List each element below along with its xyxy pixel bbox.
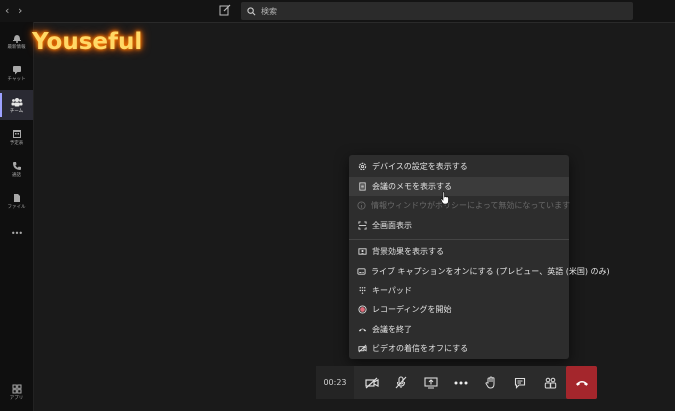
menu-separator <box>349 239 569 240</box>
video-off-icon <box>357 344 367 354</box>
camera-toggle-button[interactable] <box>358 366 386 399</box>
compose-icon[interactable] <box>219 4 231 16</box>
raise-hand-icon <box>485 376 495 389</box>
menu-item-meeting-notes[interactable]: 会議のメモを表示する <box>349 177 569 196</box>
menu-item-label: ビデオの着信をオフにする <box>372 344 469 353</box>
raise-hand-button[interactable] <box>477 366 505 399</box>
end-meeting-icon <box>357 325 367 335</box>
more-icon <box>454 381 468 384</box>
calendar-icon <box>12 129 21 138</box>
menu-item-label: 背景効果を表示する <box>372 247 444 256</box>
menu-item-label: キーパッド <box>372 286 412 295</box>
menu-item-start-recording[interactable]: レコーディングを開始 <box>349 300 569 319</box>
mic-toggle-button[interactable] <box>387 366 415 399</box>
hang-up-icon <box>575 380 588 386</box>
menu-item-fullscreen[interactable]: 全画面表示 <box>349 216 569 235</box>
back-arrow-icon[interactable]: ‹ <box>5 4 9 17</box>
menu-item-incoming-video-off[interactable]: ビデオの着信をオフにする <box>349 339 569 358</box>
apps-icon <box>12 384 21 393</box>
info-icon <box>357 201 366 211</box>
fullscreen-icon <box>357 221 367 231</box>
search-input[interactable] <box>261 6 561 16</box>
forward-arrow-icon[interactable]: › <box>18 4 22 17</box>
sidebar-item-label: チャット <box>7 76 26 82</box>
hang-up-button[interactable] <box>566 366 597 399</box>
settings-icon <box>357 162 367 172</box>
menu-item-label: 情報ウィンドウがポリシーによって無効になっています <box>371 201 570 210</box>
search-icon <box>247 6 256 15</box>
menu-item-end-meeting[interactable]: 会議を終了 <box>349 320 569 339</box>
share-screen-button[interactable] <box>417 366 445 399</box>
bell-icon <box>12 34 21 43</box>
more-icon: ••• <box>10 228 23 238</box>
hand-cursor-icon <box>440 191 449 205</box>
menu-item-live-captions[interactable]: ライブ キャプションをオンにする (プレビュー、英語 (米国) のみ) <box>349 262 610 281</box>
menu-item-info-disabled: 情報ウィンドウがポリシーによって無効になっています <box>349 196 570 215</box>
sidebar-item-calendar[interactable]: 予定表 <box>0 122 33 152</box>
menu-item-device-settings[interactable]: デバイスの設定を表示する <box>349 157 569 176</box>
watermark-logo: Youseful <box>32 29 143 55</box>
background-effects-icon <box>357 247 367 257</box>
phone-icon <box>12 161 21 170</box>
keypad-icon <box>357 286 367 296</box>
menu-item-label: 会議を終了 <box>372 325 412 334</box>
participants-icon <box>544 377 556 388</box>
menu-item-background-effects[interactable]: 背景効果を表示する <box>349 242 569 261</box>
sidebar-item-label: 予定表 <box>9 140 24 146</box>
call-control-bar: 00:23 <box>316 366 597 399</box>
mic-off-icon <box>395 376 407 389</box>
conversation-button[interactable] <box>506 366 534 399</box>
share-screen-icon <box>424 376 438 388</box>
search-box[interactable] <box>241 2 633 20</box>
menu-item-label: デバイスの設定を表示する <box>372 162 468 171</box>
participants-button[interactable] <box>536 366 564 399</box>
notes-icon <box>357 182 367 192</box>
sidebar-item-apps[interactable]: アプリ <box>0 377 33 407</box>
more-actions-button[interactable] <box>447 366 475 399</box>
sidebar-item-label: チーム <box>9 108 24 114</box>
sidebar-item-chat[interactable]: チャット <box>0 58 33 88</box>
camera-off-icon <box>365 377 379 388</box>
record-icon <box>357 305 367 315</box>
call-timer: 00:23 <box>316 366 354 399</box>
sidebar-item-activity[interactable]: 最新情報 <box>0 26 33 56</box>
sidebar-item-label: 最新情報 <box>7 44 26 50</box>
title-bar: ‹ › <box>0 0 675 23</box>
captions-icon <box>357 267 366 277</box>
chat-icon <box>12 65 21 74</box>
sidebar-item-more[interactable]: ••• <box>0 218 33 248</box>
file-icon <box>13 193 20 202</box>
sidebar-item-calls[interactable]: 通話 <box>0 154 33 184</box>
teams-icon <box>11 97 22 106</box>
more-actions-menu: デバイスの設定を表示する 会議のメモを表示する 情報ウィンドウがポリシーによって… <box>349 155 610 359</box>
menu-item-label: 全画面表示 <box>372 221 412 230</box>
sidebar-item-label: 通話 <box>12 172 21 178</box>
app-sidebar: 最新情報 チャット チーム 予定表 通話 ファイル ••• アプリ <box>0 22 34 411</box>
menu-item-label: レコーディングを開始 <box>372 305 452 314</box>
sidebar-item-teams[interactable]: チーム <box>0 90 33 120</box>
sidebar-item-files[interactable]: ファイル <box>0 186 33 216</box>
menu-item-label: ライブ キャプションをオンにする (プレビュー、英語 (米国) のみ) <box>371 267 610 276</box>
menu-item-keypad[interactable]: キーパッド <box>349 281 569 300</box>
sidebar-item-label: アプリ <box>9 395 24 401</box>
chat-icon <box>514 377 526 389</box>
sidebar-item-label: ファイル <box>7 204 26 210</box>
